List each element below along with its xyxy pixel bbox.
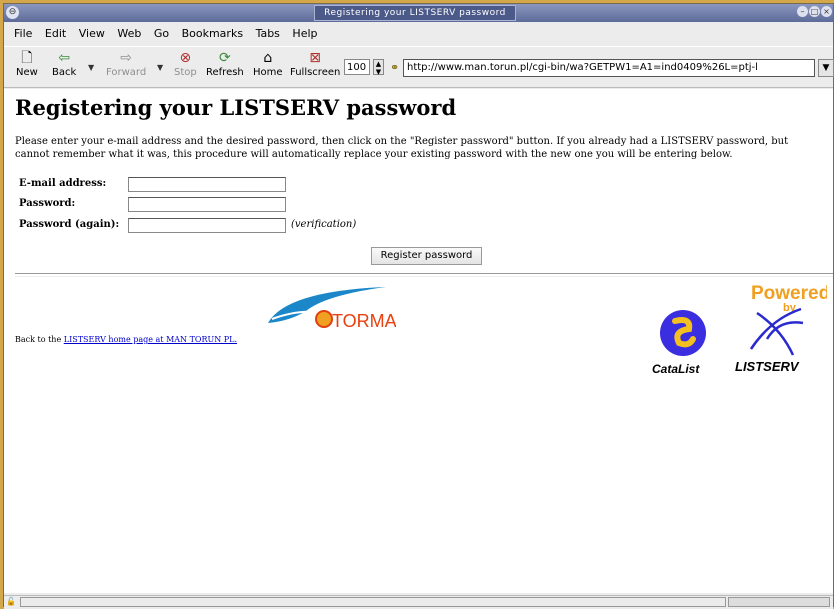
listserv-text: LISTSERV: [735, 359, 800, 374]
verification-hint: (verification): [291, 219, 357, 230]
zoom-spinner[interactable]: ▲ ▼: [373, 59, 384, 76]
torman-logo[interactable]: TORMAN: [266, 285, 396, 335]
page-heading: Registering your LISTSERV password: [15, 95, 457, 120]
fullscreen-label: Fullscreen: [290, 67, 341, 78]
stop-label: Stop: [174, 67, 197, 78]
menu-web[interactable]: Web: [117, 24, 141, 43]
divider: [15, 273, 833, 277]
page-content: Registering your LISTSERV password Pleas…: [4, 89, 833, 593]
forward-label: Forward: [106, 67, 147, 78]
status-text-area: [20, 597, 726, 607]
back-prefix: Back to the: [15, 335, 64, 344]
intro-text: Please enter your e-mail address and the…: [15, 136, 789, 160]
powered-text: Powered: [751, 283, 827, 304]
page-chain-icon: ⚭: [390, 61, 400, 74]
forward-history-dropdown-icon[interactable]: ▼: [157, 63, 163, 72]
navigation-toolbar: 🗋 New ⇦ Back ▼ ⇨ Forward ▼ ⊗ Stop ⟳ Refr…: [4, 46, 834, 88]
menu-edit[interactable]: Edit: [45, 24, 66, 43]
listserv-home-link[interactable]: LISTSERV home page at MAN TORUN PL.: [64, 335, 237, 344]
email-label: E-mail address:: [19, 178, 107, 189]
password-again-input[interactable]: [128, 218, 286, 233]
powered-by-listserv-logo[interactable]: Powered by LISTSERV: [731, 279, 827, 375]
address-bar[interactable]: http://www.man.torun.pl/cgi-bin/wa?GETPW…: [403, 59, 815, 77]
close-icon[interactable]: ×: [821, 6, 832, 17]
address-dropdown-icon[interactable]: ▼: [818, 59, 834, 77]
home-label: Home: [253, 67, 283, 78]
forward-arrow-icon: ⇨: [120, 50, 132, 66]
minimize-icon[interactable]: –: [797, 6, 808, 17]
new-label: New: [16, 67, 38, 78]
forward-button[interactable]: ⇨ Forward: [106, 50, 146, 78]
menu-bookmarks[interactable]: Bookmarks: [182, 24, 243, 43]
refresh-button[interactable]: ⟳ Refresh: [206, 50, 244, 78]
catalist-logo[interactable]: CataList: [649, 309, 713, 377]
new-page-icon: 🗋: [21, 50, 33, 66]
fullscreen-icon: ⊠: [309, 50, 322, 66]
email-input[interactable]: [128, 177, 286, 192]
password-label: Password:: [19, 198, 76, 209]
menu-tabs[interactable]: Tabs: [256, 24, 280, 43]
back-button[interactable]: ⇦ Back: [52, 50, 76, 78]
new-button[interactable]: 🗋 New: [16, 50, 38, 78]
home-icon: ⌂: [263, 50, 273, 66]
title-bar: ⊖ Registering your LISTSERV password – □ ×: [4, 4, 833, 22]
torman-logo-text: TORMAN: [332, 311, 396, 331]
menu-go[interactable]: Go: [154, 24, 169, 43]
back-history-dropdown-icon[interactable]: ▼: [88, 63, 94, 72]
window-title: Registering your LISTSERV password: [314, 5, 516, 21]
browser-window: ⊖ Registering your LISTSERV password – □ ×…: [3, 3, 834, 609]
register-password-button[interactable]: Register password: [371, 247, 482, 265]
fullscreen-button[interactable]: ⊠ Fullscreen: [290, 50, 340, 78]
zoom-input[interactable]: 100: [344, 59, 370, 75]
password-input[interactable]: [128, 197, 286, 212]
stop-icon: ⊗: [179, 50, 192, 66]
stop-button[interactable]: ⊗ Stop: [174, 50, 197, 78]
progress-bar: [728, 597, 830, 607]
security-lock-icon[interactable]: 🔓: [6, 597, 16, 606]
maximize-icon[interactable]: □: [809, 6, 820, 17]
catalist-logo-text: CataList: [652, 362, 700, 376]
home-button[interactable]: ⌂ Home: [253, 50, 283, 78]
refresh-label: Refresh: [206, 67, 244, 78]
window-menu-icon[interactable]: ⊖: [6, 6, 19, 19]
menu-file[interactable]: File: [14, 24, 32, 43]
menu-bar: File Edit View Web Go Bookmarks Tabs Hel…: [4, 24, 833, 43]
back-label: Back: [52, 67, 77, 78]
back-arrow-icon: ⇦: [58, 50, 70, 66]
menu-help[interactable]: Help: [292, 24, 317, 43]
menu-view[interactable]: View: [79, 24, 105, 43]
refresh-icon: ⟳: [219, 50, 231, 66]
back-text: Back to the LISTSERV home page at MAN TO…: [15, 335, 237, 344]
password-again-label: Password (again):: [19, 219, 120, 230]
